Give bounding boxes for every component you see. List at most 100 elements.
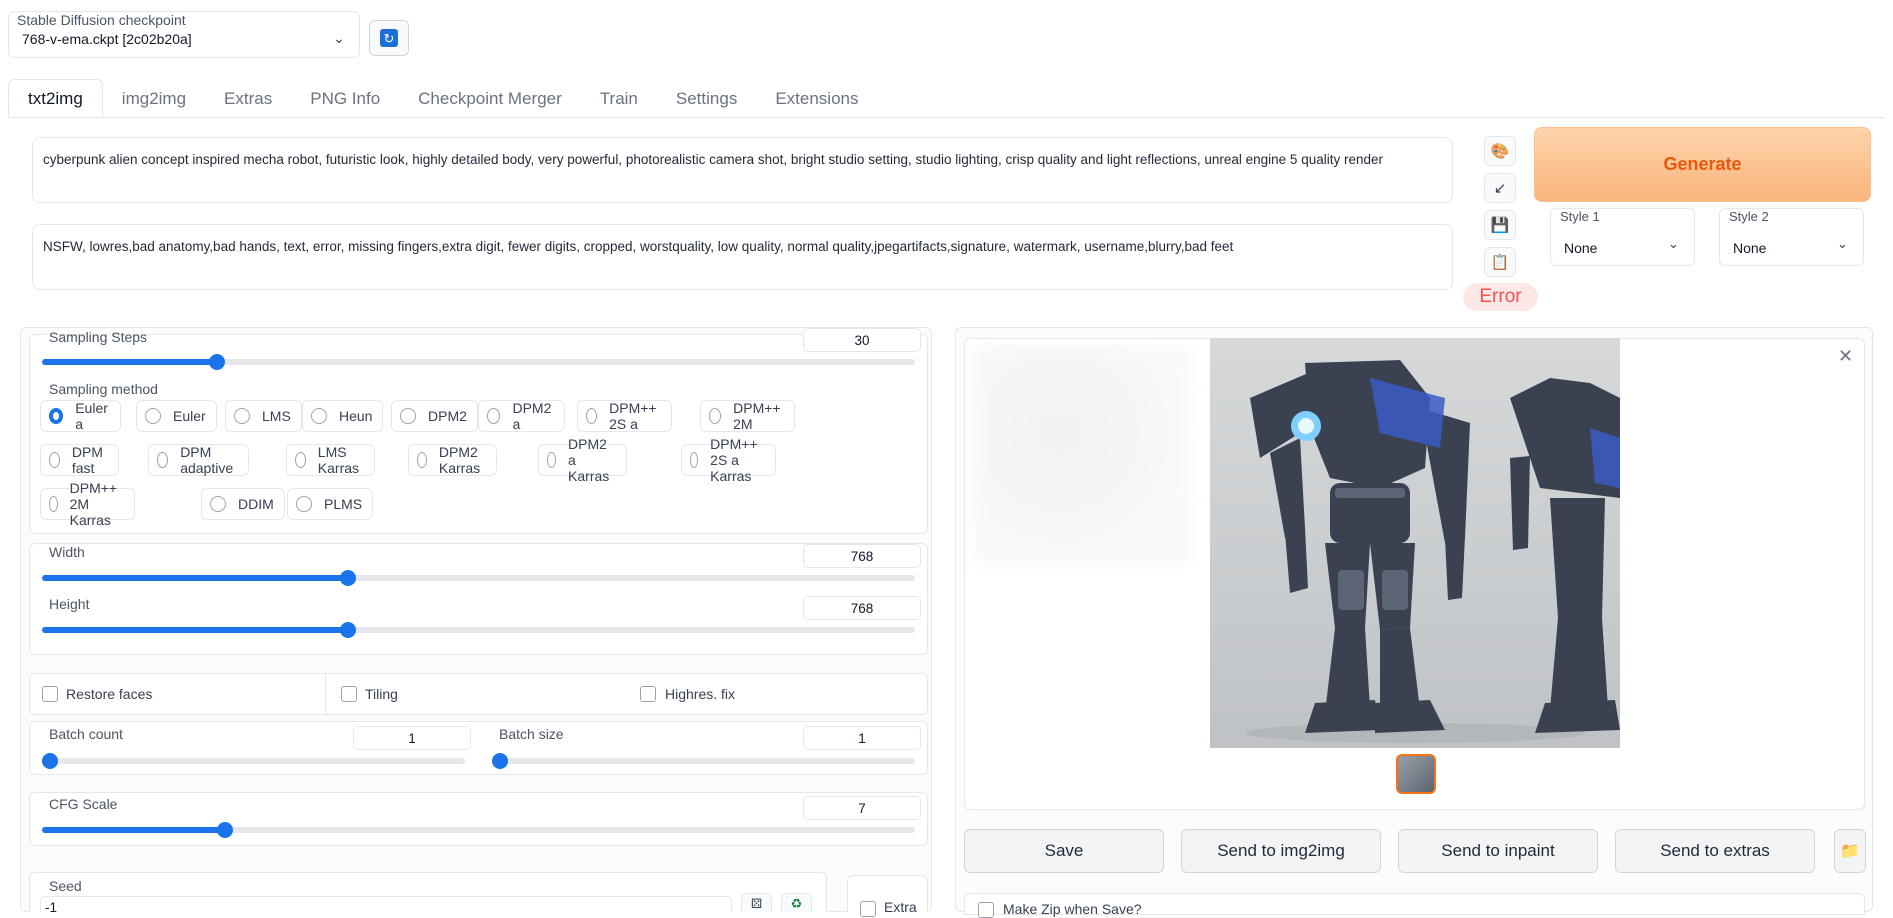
tab-png-info[interactable]: PNG Info [291, 79, 399, 118]
radio-icon [709, 408, 722, 424]
radio-plms[interactable]: PLMS [287, 488, 374, 520]
open-folder-button[interactable]: 📁 [1834, 829, 1866, 873]
tiling-checkbox[interactable] [341, 686, 357, 702]
palette-icon: 🎨 [1490, 143, 1510, 160]
chevron-down-icon[interactable]: ⌄ [1837, 236, 1848, 252]
cfg-scale-value[interactable]: 7 [803, 796, 921, 820]
radio-lms-karras[interactable]: LMS Karras [286, 444, 376, 476]
tab-txt2img[interactable]: txt2img [8, 79, 103, 118]
slider-fill [42, 627, 348, 633]
refresh-button[interactable]: ↻ [369, 20, 409, 56]
cfg-scale-slider[interactable] [42, 822, 915, 838]
checkpoint-label: Stable Diffusion checkpoint [17, 12, 186, 28]
radio-icon [295, 452, 306, 468]
prompt-input[interactable]: cyberpunk alien concept inspired mecha r… [32, 137, 1453, 203]
radio-dpm2[interactable]: DPM2 [391, 400, 478, 432]
slider-thumb[interactable] [492, 753, 508, 769]
batch-size-slider[interactable] [492, 753, 915, 769]
save-style-button[interactable]: 💾 [1484, 210, 1516, 240]
radio-lms[interactable]: LMS [225, 400, 302, 432]
radio-ddim[interactable]: DDIM [201, 488, 285, 520]
radio-icon [296, 496, 312, 512]
tab-img2img[interactable]: img2img [103, 79, 205, 118]
radio-dpmpp-2s-a[interactable]: DPM++ 2S a [577, 400, 673, 432]
save-button[interactable]: Save [964, 829, 1164, 873]
sampling-steps-value[interactable]: 30 [803, 328, 921, 352]
tab-checkpoint-merger[interactable]: Checkpoint Merger [399, 79, 581, 118]
paste-style-button[interactable]: 📋 [1484, 247, 1516, 277]
checkpoint-value[interactable]: 768-v-ema.ckpt [2c02b20a] [22, 31, 192, 47]
slider-thumb[interactable] [340, 570, 356, 586]
generate-button[interactable]: Generate [1534, 127, 1871, 202]
slider-thumb[interactable] [42, 753, 58, 769]
slider-fill [42, 575, 348, 581]
style2-value[interactable]: None [1733, 240, 1766, 256]
width-slider[interactable] [42, 570, 915, 586]
dimensions-group [29, 543, 928, 655]
read-params-button[interactable]: ↙ [1484, 173, 1516, 203]
radio-icon [400, 408, 416, 424]
radio-dpmpp-2s-a-karras[interactable]: DPM++ 2S a Karras [681, 436, 777, 484]
radio-dpm2-a-karras[interactable]: DPM2 a Karras [538, 436, 628, 484]
radio-dpm-fast[interactable]: DPM fast [40, 444, 120, 476]
sampling-steps-slider[interactable] [42, 354, 915, 370]
extra-checkbox[interactable] [860, 901, 876, 917]
highres-fix-label: Highres. fix [665, 686, 736, 702]
height-value[interactable]: 768 [803, 596, 921, 620]
gallery-thumbnail[interactable] [1396, 754, 1436, 794]
restore-faces-checkbox[interactable] [42, 686, 58, 702]
seed-input[interactable]: -1 [40, 896, 732, 912]
tab-train[interactable]: Train [581, 79, 657, 118]
dice-icon: ⚄ [750, 896, 763, 911]
send-to-inpaint-button[interactable]: Send to inpaint [1398, 829, 1598, 873]
make-zip-checkbox[interactable] [978, 902, 994, 918]
tab-extras[interactable]: Extras [205, 79, 291, 118]
radio-icon [157, 452, 169, 468]
arrow-icon: ↙ [1493, 180, 1507, 197]
radio-dpm-adaptive[interactable]: DPM adaptive [148, 444, 249, 476]
width-value[interactable]: 768 [803, 544, 921, 568]
batch-count-slider[interactable] [42, 753, 465, 769]
radio-dpm2-a[interactable]: DPM2 a [478, 400, 565, 432]
radio-dpmpp-2m[interactable]: DPM++ 2M [700, 400, 796, 432]
radio-icon [690, 452, 699, 468]
floppy-icon: 💾 [1490, 217, 1510, 234]
send-to-extras-button[interactable]: Send to extras [1615, 829, 1815, 873]
close-icon[interactable]: ✕ [1838, 346, 1853, 367]
height-label: Height [49, 596, 90, 612]
slider-thumb[interactable] [340, 622, 356, 638]
preview-image-blurred[interactable] [973, 346, 1191, 564]
slider-thumb[interactable] [217, 822, 233, 838]
radio-icon [210, 496, 226, 512]
batch-size-value[interactable]: 1 [803, 726, 921, 750]
radio-icon [311, 408, 327, 424]
send-to-img2img-button[interactable]: Send to img2img [1181, 829, 1381, 873]
robot-illustration [1245, 360, 1620, 743]
style2-label: Style 2 [1729, 209, 1769, 224]
cfg-scale-label: CFG Scale [49, 796, 118, 812]
style1-value[interactable]: None [1564, 240, 1597, 256]
height-slider[interactable] [42, 622, 915, 638]
radio-euler-a[interactable]: Euler a [40, 400, 121, 432]
sampling-steps-label: Sampling Steps [49, 329, 148, 345]
recycle-icon: ♻ [790, 896, 803, 911]
radio-dpmpp-2m-karras[interactable]: DPM++ 2M Karras [40, 480, 136, 528]
radio-icon [547, 452, 557, 468]
chevron-down-icon[interactable]: ⌄ [1668, 236, 1679, 252]
negative-prompt-input[interactable]: NSFW, lowres,bad anatomy,bad hands, text… [32, 224, 1453, 290]
radio-dpm2-karras[interactable]: DPM2 Karras [408, 444, 498, 476]
chevron-down-icon[interactable]: ⌄ [333, 30, 345, 47]
palette-button[interactable]: 🎨 [1484, 136, 1516, 166]
highres-fix-checkbox[interactable] [640, 686, 656, 702]
radio-euler[interactable]: Euler [136, 400, 217, 432]
tab-settings[interactable]: Settings [657, 79, 756, 118]
radio-icon [586, 408, 598, 424]
tab-extensions[interactable]: Extensions [756, 79, 877, 118]
batch-count-value[interactable]: 1 [353, 726, 471, 750]
generated-image[interactable] [1210, 338, 1620, 748]
slider-thumb[interactable] [209, 354, 225, 370]
style1-label: Style 1 [1560, 209, 1600, 224]
reuse-seed-button[interactable]: ♻ [781, 893, 812, 912]
random-seed-button[interactable]: ⚄ [741, 893, 772, 912]
radio-heun[interactable]: Heun [302, 400, 384, 432]
